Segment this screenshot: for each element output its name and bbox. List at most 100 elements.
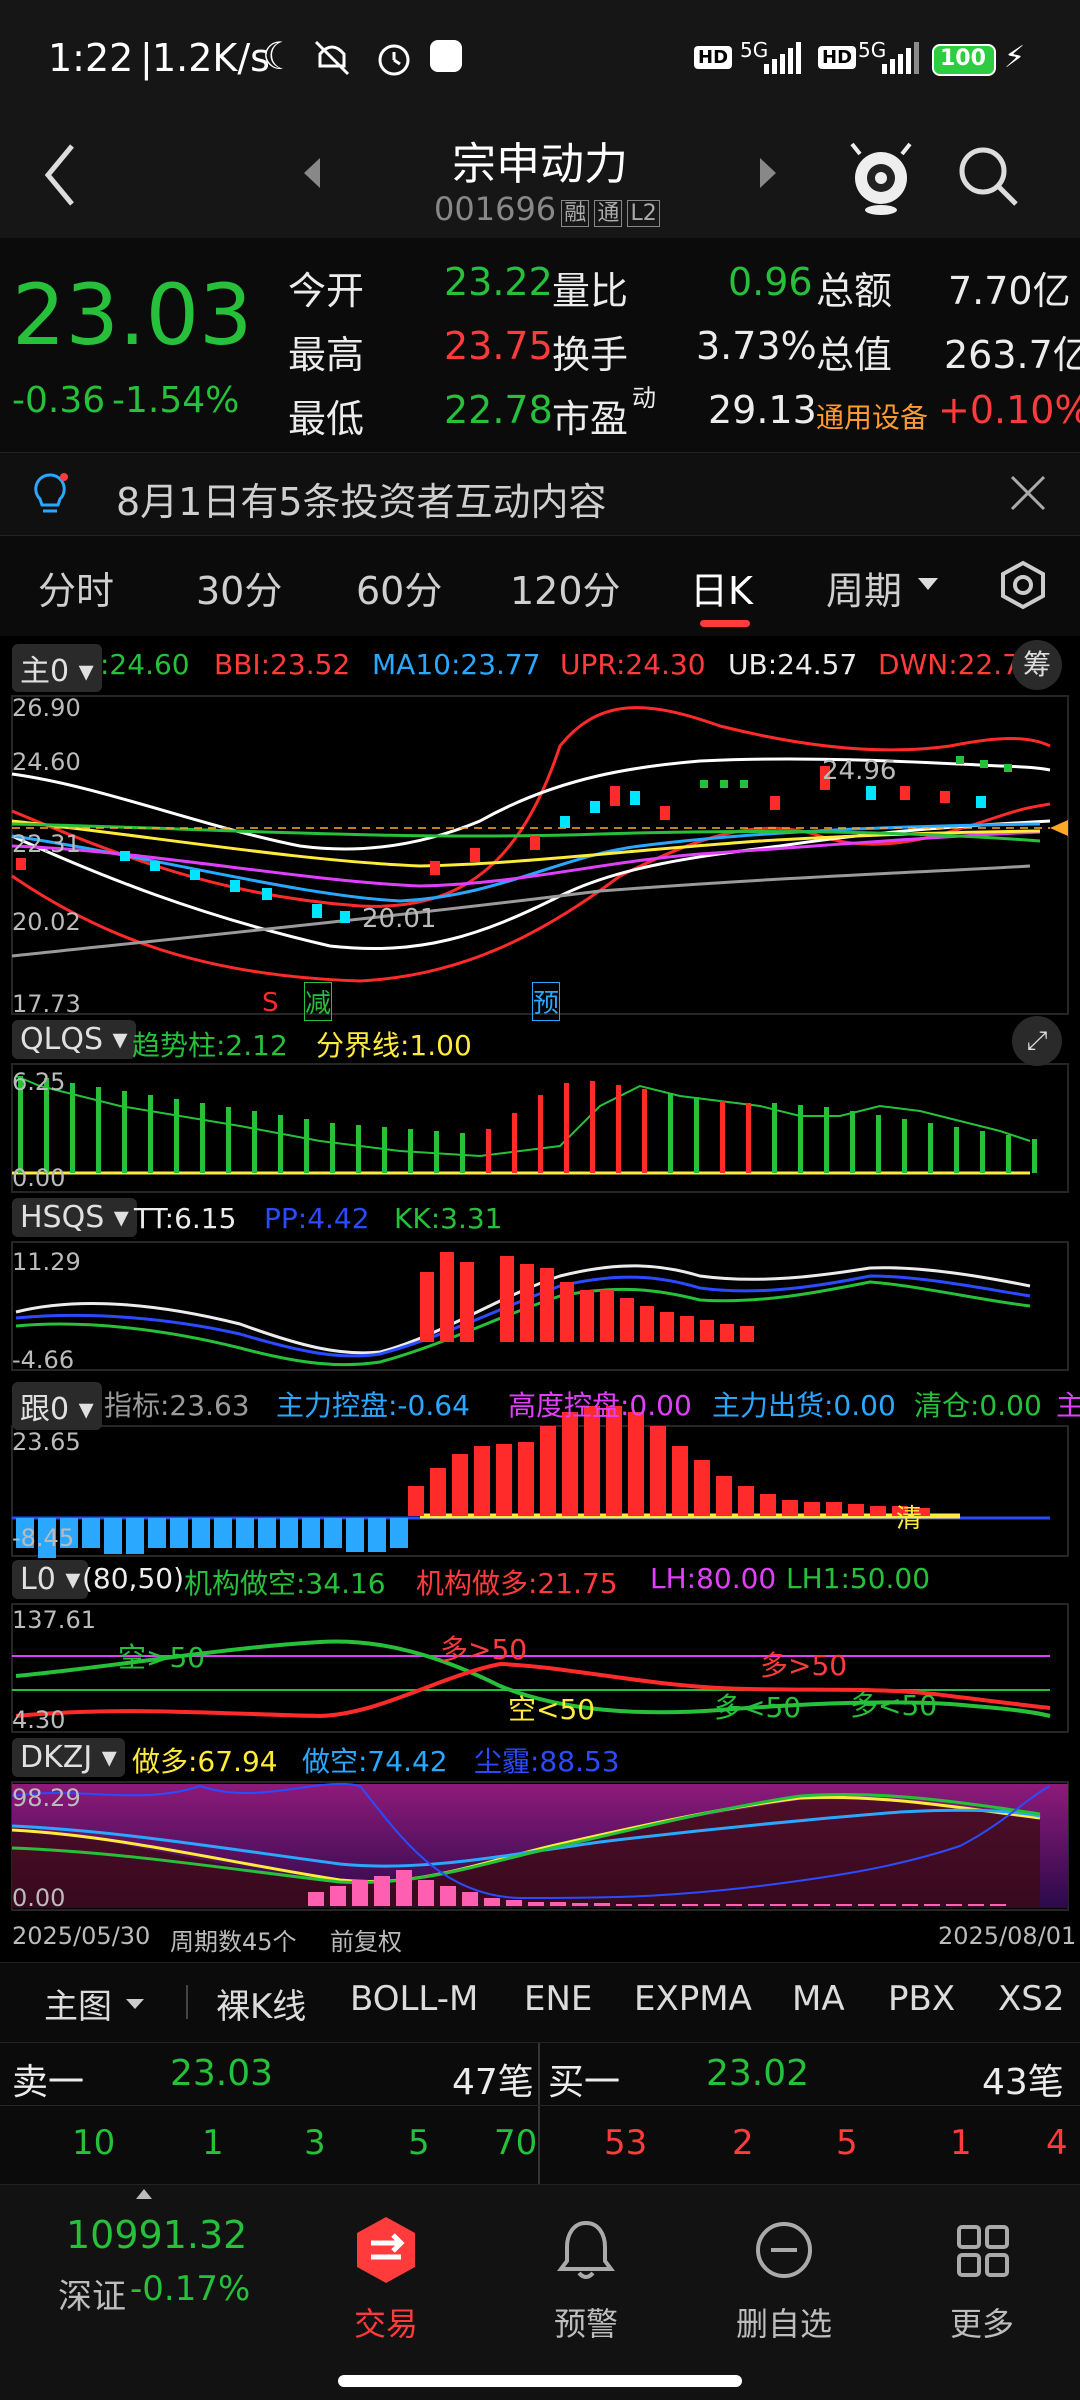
buy-size-1: 2 bbox=[732, 2123, 754, 2163]
tab-period[interactable]: 周期 bbox=[826, 560, 902, 615]
chip-button-label: 筹 bbox=[1022, 648, 1051, 681]
notice-bar[interactable]: 8月1日有5条投资者互动内容 bbox=[0, 452, 1080, 536]
ind-tab-main[interactable]: 主图 bbox=[44, 1979, 112, 2028]
gen-bar-blue bbox=[214, 1518, 232, 1548]
dkzj-bar bbox=[990, 1904, 1006, 1906]
index-value[interactable]: 10991.32 bbox=[66, 2213, 247, 2257]
ind-tab-ene[interactable]: ENE bbox=[524, 1979, 592, 2019]
dkzj-selector[interactable]: DKZJ ▾ bbox=[12, 1738, 125, 1777]
nav-more[interactable]: 更多 bbox=[902, 2215, 1062, 2345]
l0-annotation-2: 空<50 bbox=[508, 1693, 596, 1726]
status-time: 1:22 bbox=[48, 36, 134, 80]
qlqs-bar bbox=[720, 1101, 725, 1173]
dkzj-bar bbox=[352, 1880, 368, 1906]
qlqs-bar bbox=[746, 1103, 751, 1173]
qlqs-bar bbox=[252, 1111, 257, 1173]
dkzj-bar bbox=[968, 1904, 984, 1906]
adjust-mode: 前复权 bbox=[330, 1928, 402, 1956]
signal-pre-marker: 预 bbox=[532, 982, 561, 1021]
ind-tab-ma[interactable]: MA bbox=[792, 1979, 845, 2019]
hsqs-selector[interactable]: HSQS ▾ bbox=[12, 1198, 137, 1237]
qlqs-y-label-1: 0.00 bbox=[12, 1164, 66, 1192]
gen-selector[interactable]: 跟0 ▾ bbox=[12, 1382, 102, 1430]
ind-tab-naked-k[interactable]: 裸K线 bbox=[216, 1979, 306, 2028]
nav-trade[interactable]: 交易 bbox=[306, 2215, 466, 2345]
tab-daily-k[interactable]: 日K bbox=[690, 560, 753, 615]
dkzj-bar bbox=[550, 1902, 566, 1906]
notice-text: 8月1日有5条投资者互动内容 bbox=[116, 480, 607, 524]
gen-bar-blue bbox=[104, 1518, 122, 1554]
ind-tab-expma[interactable]: EXPMA bbox=[634, 1979, 752, 2019]
low-value: 22.78 bbox=[444, 388, 553, 432]
ind-tab-boll[interactable]: BOLL-M bbox=[350, 1979, 478, 2019]
dkzj-legend-0: 做多:67.94 bbox=[132, 1745, 278, 1778]
settings-icon[interactable] bbox=[998, 560, 1048, 610]
app-notification-icon bbox=[430, 40, 462, 72]
ind-tab-xs2[interactable]: XS2 bbox=[998, 1979, 1065, 2019]
dkzj-bar bbox=[748, 1904, 764, 1906]
search-icon[interactable] bbox=[956, 144, 1020, 208]
robot-assistant-icon[interactable] bbox=[846, 136, 916, 216]
gen-bar-red bbox=[562, 1412, 578, 1516]
nav-alert[interactable]: 预警 bbox=[506, 2215, 666, 2345]
gen-bar-red bbox=[408, 1486, 424, 1516]
qlqs-bar bbox=[200, 1103, 205, 1173]
qlqs-selector-label: QLQS bbox=[20, 1022, 103, 1057]
dkzj-bar bbox=[792, 1904, 808, 1906]
gen-bar-red bbox=[452, 1454, 468, 1516]
gen-bar-red bbox=[694, 1460, 710, 1516]
dkzj-bar bbox=[924, 1904, 940, 1906]
qlqs-selector[interactable]: QLQS ▾ bbox=[12, 1020, 136, 1059]
order-book[interactable]: 卖一 23.03 47笔 买一 23.02 43笔 10 1 3 5 70 53… bbox=[0, 2042, 1080, 2185]
chevron-up-icon[interactable] bbox=[134, 2187, 154, 2201]
gen-bar-blue bbox=[148, 1518, 166, 1548]
sell-size-2: 3 bbox=[304, 2123, 326, 2163]
chart-area[interactable]: 主0 ▾ :24.60 BBI:23.52 MA10:23.77 UPR:24.… bbox=[0, 636, 1080, 1956]
ind-tab-pbx[interactable]: PBX bbox=[888, 1979, 955, 2019]
home-indicator[interactable] bbox=[338, 2375, 742, 2387]
grid-icon bbox=[957, 2225, 1009, 2277]
next-stock-icon[interactable] bbox=[756, 156, 780, 190]
pe-value: 29.13 bbox=[708, 388, 817, 432]
pe-label: 市盈 bbox=[552, 397, 629, 441]
gen-bar-red bbox=[782, 1500, 798, 1516]
sector-name[interactable]: 通用设备 bbox=[816, 396, 928, 436]
mktcap-label: 总值 bbox=[816, 333, 893, 377]
chip-distribution-button[interactable]: 筹 bbox=[1012, 640, 1062, 690]
main-selector-label: 主0 bbox=[20, 654, 70, 689]
main-legend-0: :24.60 bbox=[100, 648, 190, 681]
turnover-value: 3.73% bbox=[696, 324, 817, 368]
gen-bar-red bbox=[474, 1446, 490, 1516]
tab-60min[interactable]: 60分 bbox=[356, 560, 442, 615]
main-indicator-selector[interactable]: 主0 ▾ bbox=[12, 644, 102, 692]
tag-connect: 通 bbox=[594, 200, 623, 227]
lightbulb-icon bbox=[34, 473, 68, 513]
gen-bar-blue bbox=[302, 1518, 320, 1548]
l0-legend-2: 机构做多:21.75 bbox=[416, 1567, 618, 1600]
qlqs-bar bbox=[694, 1097, 699, 1173]
hsqs-bar bbox=[580, 1290, 594, 1342]
qlqs-bar bbox=[96, 1087, 101, 1173]
l0-annotation-3: 多>50 bbox=[760, 1649, 848, 1682]
period-count: 周期数45个 bbox=[170, 1928, 297, 1956]
main-y-label-4: 17.73 bbox=[12, 990, 81, 1018]
buy1-price: 23.02 bbox=[706, 2053, 810, 2094]
hsqs-bar bbox=[560, 1282, 574, 1342]
qlqs-bar bbox=[616, 1085, 621, 1173]
expand-icon[interactable]: ⤢ bbox=[1012, 1016, 1062, 1066]
tab-120min[interactable]: 120分 bbox=[510, 560, 621, 615]
hsqs-selector-label: HSQS bbox=[20, 1200, 105, 1235]
sell1-label: 卖一 bbox=[12, 2062, 85, 2103]
tab-30min[interactable]: 30分 bbox=[196, 560, 282, 615]
tab-intraday[interactable]: 分时 bbox=[38, 560, 114, 615]
dkzj-bar bbox=[418, 1880, 434, 1906]
l0-selector[interactable]: L0 ▾ bbox=[12, 1560, 89, 1599]
close-icon[interactable] bbox=[1008, 473, 1048, 513]
mktcap-value: 263.7亿 bbox=[944, 333, 1080, 377]
book-divider bbox=[538, 2043, 540, 2185]
tab-divider bbox=[186, 1985, 188, 2019]
dkzj-legend-2: 尘霾:88.53 bbox=[474, 1745, 620, 1778]
nav-remove-watchlist[interactable]: 删自选 bbox=[704, 2215, 864, 2345]
gen-y-label-1: -8.45 bbox=[12, 1524, 75, 1552]
buy-size-2: 5 bbox=[836, 2123, 858, 2163]
